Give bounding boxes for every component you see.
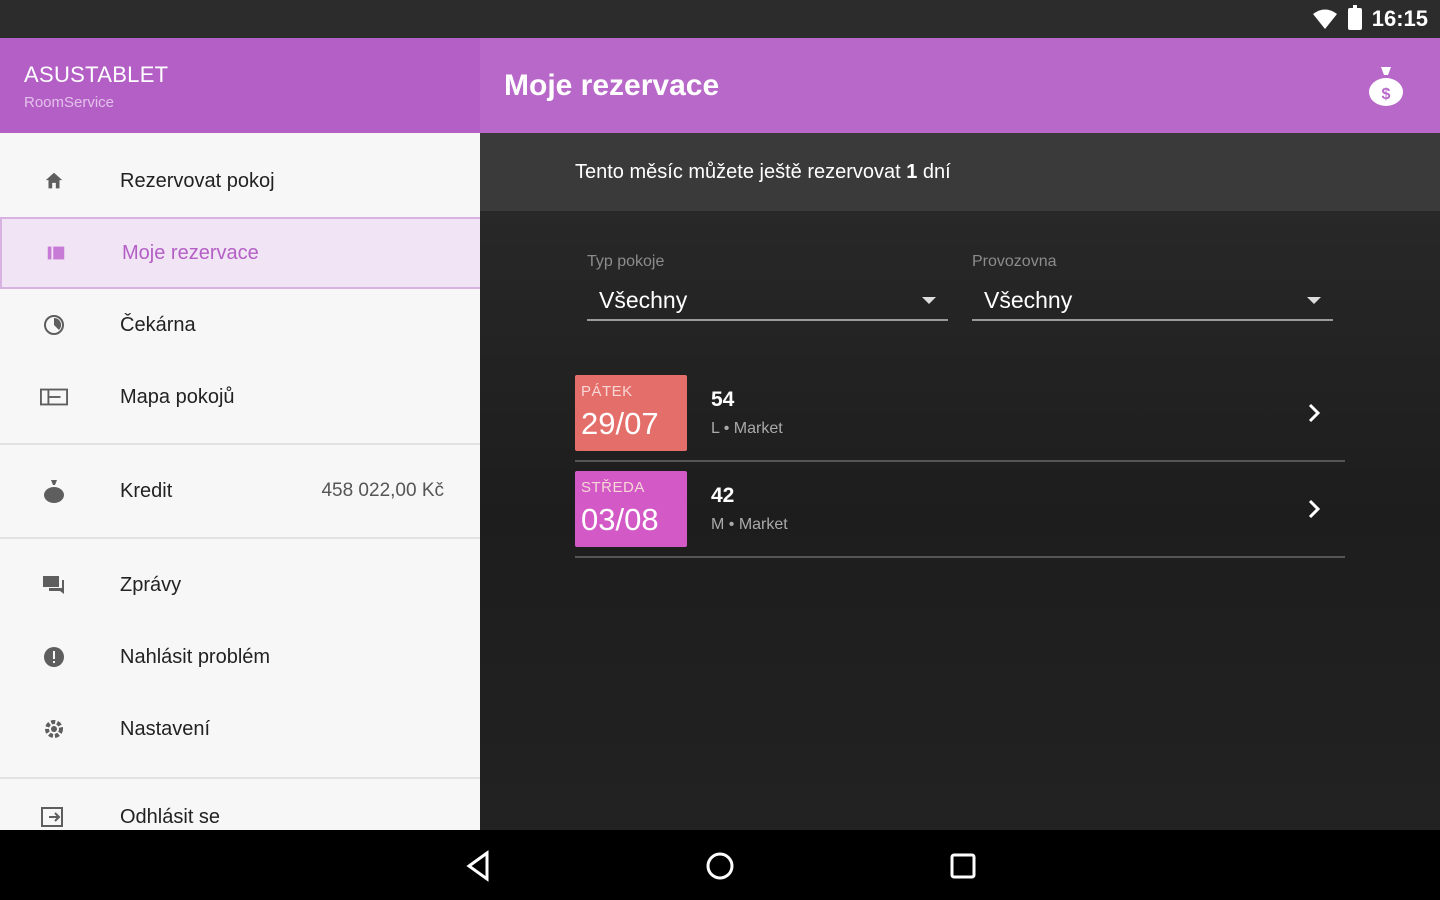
date-badge: STŘEDA 03/08 — [575, 471, 687, 547]
home-icon — [40, 167, 68, 195]
chevron-right-icon — [1308, 403, 1321, 423]
room-type-filter: Typ pokoje Všechny — [587, 253, 948, 321]
remaining-days: 1 — [906, 160, 918, 183]
menu-item-report-problem[interactable]: Nahlásit problém — [0, 621, 480, 693]
reservation-item[interactable]: PÁTEK 29/07 54 L • Market — [575, 366, 1345, 462]
chevron-right-icon — [1308, 499, 1321, 519]
date-badge: PÁTEK 29/07 — [575, 375, 687, 451]
wifi-icon — [1312, 9, 1337, 29]
reservation-item[interactable]: STŘEDA 03/08 42 M • Market — [575, 462, 1345, 558]
navigation-drawer: ASUSTABLET RoomService Rezervovat pokoj … — [0, 38, 480, 830]
divider — [0, 443, 480, 445]
filter-label: Provozovna — [972, 253, 1057, 270]
menu-item-label: Nahlásit problém — [120, 645, 271, 668]
room-type-dropdown[interactable]: Všechny — [587, 281, 948, 321]
menu-item-label: Čekárna — [120, 313, 196, 336]
credit-value: 458 022,00 Kč — [321, 480, 444, 501]
alert-icon — [40, 643, 68, 671]
main-content: Moje rezervace $ Tento měsíc můžete ješt… — [480, 38, 1440, 830]
drawer-header: ASUSTABLET RoomService — [0, 38, 480, 133]
clock-icon — [40, 311, 68, 339]
menu-item-messages[interactable]: Zprávy — [0, 549, 480, 621]
day-of-week: STŘEDA — [581, 479, 645, 496]
menu-item-label: Odhlásit se — [120, 805, 221, 828]
reservation-info: 54 L • Market — [711, 388, 783, 438]
location-filter: Provozovna Všechny — [972, 253, 1333, 321]
divider — [0, 537, 480, 539]
menu-item-book-room[interactable]: Rezervovat pokoj — [0, 145, 480, 217]
info-banner: Tento měsíc můžete ještě rezervovat 1 dn… — [480, 133, 1440, 211]
filter-value: Všechny — [599, 286, 688, 313]
map-icon — [40, 383, 68, 411]
reservation-info: 42 M • Market — [711, 484, 788, 534]
page-title: Moje rezervace — [504, 68, 720, 102]
menu-item-my-reservations[interactable]: Moje rezervace — [0, 217, 480, 289]
svg-text:$: $ — [1382, 86, 1391, 103]
filter-value: Všechny — [984, 286, 1073, 313]
home-button-icon[interactable] — [702, 848, 738, 884]
status-time: 16:15 — [1371, 6, 1428, 31]
room-detail: M • Market — [711, 516, 788, 533]
banner-text: Tento měsíc můžete ještě rezervovat 1 dn… — [575, 160, 951, 183]
menu-item-label: Mapa pokojů — [120, 385, 235, 408]
list-icon — [42, 239, 70, 267]
menu-item-label: Moje rezervace — [122, 241, 259, 264]
filters: Typ pokoje Všechny Provozovna Všechny — [587, 253, 1333, 321]
chat-icon — [40, 571, 68, 599]
menu-item-logout[interactable]: Odhlásit se — [0, 779, 480, 830]
reservation-list: PÁTEK 29/07 54 L • Market STŘEDA 03/08 4… — [575, 366, 1345, 558]
money-bag-icon[interactable]: $ — [1366, 64, 1406, 108]
day-of-week: PÁTEK — [581, 383, 633, 400]
money-bag-icon — [40, 477, 68, 505]
status-icons: 16:15 — [1312, 5, 1428, 32]
gear-icon — [40, 715, 68, 743]
menu-item-label: Kredit — [120, 479, 173, 502]
drawer-menu: Rezervovat pokoj Moje rezervace Čekárna … — [0, 145, 480, 830]
location-dropdown[interactable]: Všechny — [972, 281, 1333, 321]
system-nav-bar — [0, 830, 1440, 900]
reservation-date: 03/08 — [581, 502, 659, 537]
app-bar: Moje rezervace $ — [480, 38, 1440, 133]
logout-icon — [40, 803, 68, 830]
room-number: 42 — [711, 484, 735, 507]
room-detail: L • Market — [711, 420, 783, 437]
reservation-date: 29/07 — [581, 406, 659, 441]
menu-item-label: Zprávy — [120, 573, 182, 596]
menu-item-credit[interactable]: Kredit 458 022,00 Kč — [0, 455, 480, 527]
menu-item-label: Nastavení — [120, 717, 211, 740]
filter-label: Typ pokoje — [587, 253, 665, 270]
dropdown-caret-icon — [1307, 296, 1321, 304]
recents-icon[interactable] — [945, 848, 981, 884]
dropdown-caret-icon — [922, 296, 936, 304]
battery-icon — [1347, 5, 1362, 30]
drawer-subtitle: RoomService — [24, 94, 115, 111]
menu-item-settings[interactable]: Nastavení — [0, 693, 480, 765]
room-number: 54 — [711, 388, 735, 411]
menu-item-waiting-room[interactable]: Čekárna — [0, 289, 480, 361]
back-icon[interactable] — [461, 848, 497, 884]
status-bar: 16:15 — [0, 0, 1440, 38]
drawer-title: ASUSTABLET — [24, 62, 169, 87]
menu-item-label: Rezervovat pokoj — [120, 169, 275, 192]
menu-item-room-map[interactable]: Mapa pokojů — [0, 361, 480, 433]
